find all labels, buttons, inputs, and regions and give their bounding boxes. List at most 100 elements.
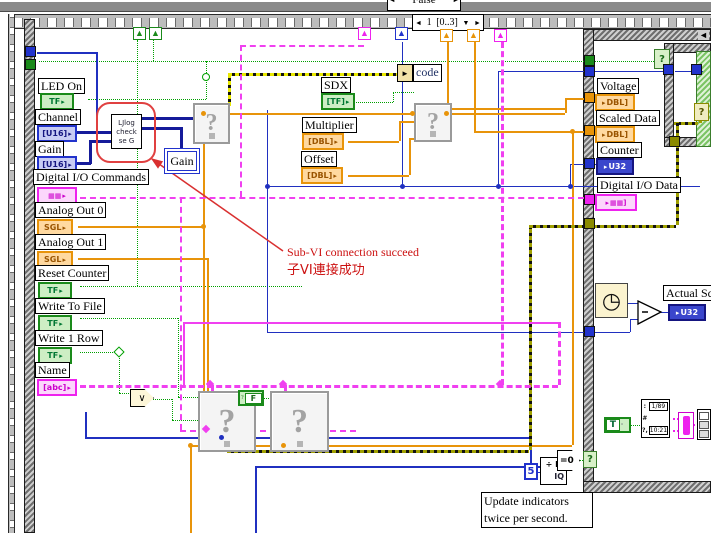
wire bbox=[570, 164, 571, 186]
left-loop-border[interactable] bbox=[24, 19, 35, 533]
control-label[interactable]: Channel bbox=[35, 109, 81, 125]
indicator-label[interactable]: Voltage bbox=[597, 78, 640, 94]
tunnel[interactable] bbox=[584, 158, 595, 169]
wire bbox=[529, 225, 589, 228]
wire-junction bbox=[188, 443, 193, 448]
terminal-reset-counter[interactable]: TF ▸ bbox=[38, 282, 72, 299]
code-indicator-label[interactable]: code bbox=[413, 64, 442, 82]
control-label[interactable]: Digital I/O Commands bbox=[33, 169, 149, 185]
time-glyph: 10:21 bbox=[648, 426, 669, 435]
missing-subvi-1[interactable]: ? bbox=[193, 103, 230, 144]
code-arrow-icon: ► bbox=[401, 68, 409, 78]
control-label[interactable]: Analog Out 1 bbox=[35, 234, 107, 250]
wire bbox=[565, 98, 567, 113]
constant-glyph: ? bbox=[241, 395, 244, 401]
wire bbox=[39, 61, 656, 62]
wire-junction bbox=[568, 184, 573, 189]
terminal-led-on[interactable]: TF ▸ bbox=[40, 93, 74, 110]
right-loop-border-top[interactable] bbox=[583, 29, 711, 41]
tick-count-function[interactable]: ◷ bbox=[595, 283, 628, 318]
terminal-channel[interactable]: [U16] ▸ bbox=[37, 125, 77, 142]
sequence-local-icon[interactable]: ▲ bbox=[467, 29, 480, 42]
subtract-function[interactable] bbox=[636, 299, 664, 327]
control-label[interactable]: Write 1 Row bbox=[35, 330, 103, 346]
offset-label[interactable]: Offset bbox=[301, 151, 337, 167]
terminal-offset[interactable]: [DBL] ▸ bbox=[301, 167, 343, 184]
multiplier-label[interactable]: Multiplier bbox=[302, 117, 357, 133]
date-time-function[interactable]: : # ?, 1/89 10:21 bbox=[641, 399, 670, 438]
terminal-multiplier[interactable]: [DBL] ▸ bbox=[302, 133, 344, 150]
indicator-label[interactable]: Counter bbox=[597, 142, 642, 158]
missing-subvi-2[interactable]: ? bbox=[414, 103, 452, 142]
sdx-label[interactable]: SDX bbox=[321, 77, 352, 93]
terminal-name[interactable]: [abc] ▸ bbox=[37, 379, 77, 396]
tunnel[interactable] bbox=[584, 125, 595, 136]
control-label[interactable]: Name bbox=[35, 362, 70, 378]
tunnel[interactable] bbox=[691, 64, 702, 75]
wire bbox=[228, 74, 231, 106]
case-next-arrow-icon[interactable]: ► bbox=[452, 0, 460, 7]
true-constant[interactable]: T ▫ bbox=[604, 417, 631, 433]
terminal-sdx[interactable]: [TF] ▸ bbox=[321, 93, 355, 110]
tunnel[interactable] bbox=[584, 66, 595, 77]
or-gate[interactable]: ∨ bbox=[130, 389, 154, 407]
actual-scan-rate-label[interactable]: Actual Sc bbox=[663, 285, 711, 301]
control-label[interactable]: Write To File bbox=[35, 298, 105, 314]
tunnel[interactable] bbox=[584, 92, 595, 103]
tunnel[interactable] bbox=[663, 64, 674, 75]
wire bbox=[80, 318, 178, 319]
terminal-arrow-icon: ▸ bbox=[59, 351, 63, 360]
tunnel[interactable] bbox=[25, 46, 36, 57]
equal-zero-function[interactable]: =0 bbox=[557, 450, 580, 471]
sequence-local-icon[interactable]: ▲ bbox=[358, 27, 371, 40]
terminal-counter[interactable]: ▸ U32 bbox=[596, 158, 634, 175]
wire bbox=[80, 197, 584, 199]
wire bbox=[80, 286, 302, 287]
wire bbox=[267, 110, 268, 332]
false-constant[interactable]: ? F bbox=[238, 390, 264, 406]
constant-5[interactable]: 5 bbox=[524, 463, 538, 480]
terminal-voltage[interactable]: ▸ DBL] bbox=[595, 94, 635, 111]
indicator-label[interactable]: Scaled Data bbox=[596, 110, 660, 126]
ljlog-subvi[interactable]: LJlog check se G bbox=[111, 114, 142, 149]
loop-scroll-arrow-icon[interactable]: ◄ bbox=[698, 30, 709, 40]
missing-subvi-4[interactable]: ? bbox=[270, 391, 329, 452]
tunnel[interactable] bbox=[669, 136, 680, 147]
case-selector-label[interactable]: ◄ False ► bbox=[387, 0, 461, 11]
case-prev-arrow-icon[interactable]: ◄ bbox=[388, 0, 396, 7]
sequence-border-left[interactable] bbox=[8, 14, 15, 533]
wire bbox=[399, 121, 414, 123]
loop-selector-tunnel[interactable]: ? bbox=[583, 451, 597, 468]
control-label[interactable]: Gain bbox=[35, 141, 65, 157]
gain-local-variable[interactable]: Gain bbox=[164, 148, 200, 174]
tunnel[interactable] bbox=[584, 326, 595, 337]
sequence-local-icon[interactable]: ▲ bbox=[133, 27, 146, 40]
wire bbox=[200, 113, 565, 115]
tunnel[interactable] bbox=[584, 194, 595, 205]
terminal-digital-io-data[interactable]: ▸ ▦▦] bbox=[595, 194, 637, 211]
nested-selector-tunnel[interactable]: ? bbox=[694, 103, 709, 121]
sequence-local-icon[interactable]: ▲ bbox=[395, 27, 408, 40]
control-label[interactable]: Reset Counter bbox=[35, 265, 110, 281]
sequence-local-icon[interactable]: ▲ bbox=[149, 27, 162, 40]
wire-junction bbox=[219, 435, 224, 440]
wire bbox=[183, 322, 558, 324]
concatenate-strings-function[interactable] bbox=[678, 412, 694, 439]
sequence-local-icon[interactable]: ▲ bbox=[494, 29, 507, 42]
tunnel[interactable] bbox=[584, 55, 595, 66]
tunnel[interactable] bbox=[25, 59, 36, 70]
control-label[interactable]: Analog Out 0 bbox=[35, 202, 107, 218]
tunnel[interactable] bbox=[584, 218, 595, 229]
indicator-label[interactable]: Digital I/O Data bbox=[597, 177, 681, 193]
control-label[interactable]: LED On bbox=[38, 78, 85, 94]
terminal-scaled-data[interactable]: ▸ DBL] bbox=[595, 126, 635, 143]
terminal-actual-scan-rate[interactable]: ▸ U32 bbox=[668, 304, 706, 321]
wire-junction bbox=[201, 224, 206, 229]
wire bbox=[498, 71, 499, 186]
wire bbox=[399, 121, 401, 141]
build-array-function[interactable] bbox=[697, 409, 711, 440]
wire bbox=[348, 175, 409, 177]
right-loop-border-bottom[interactable] bbox=[583, 481, 711, 493]
sequence-local-icon[interactable]: ▲ bbox=[440, 29, 453, 42]
frame-prev-icon[interactable]: ◄ bbox=[415, 15, 422, 31]
